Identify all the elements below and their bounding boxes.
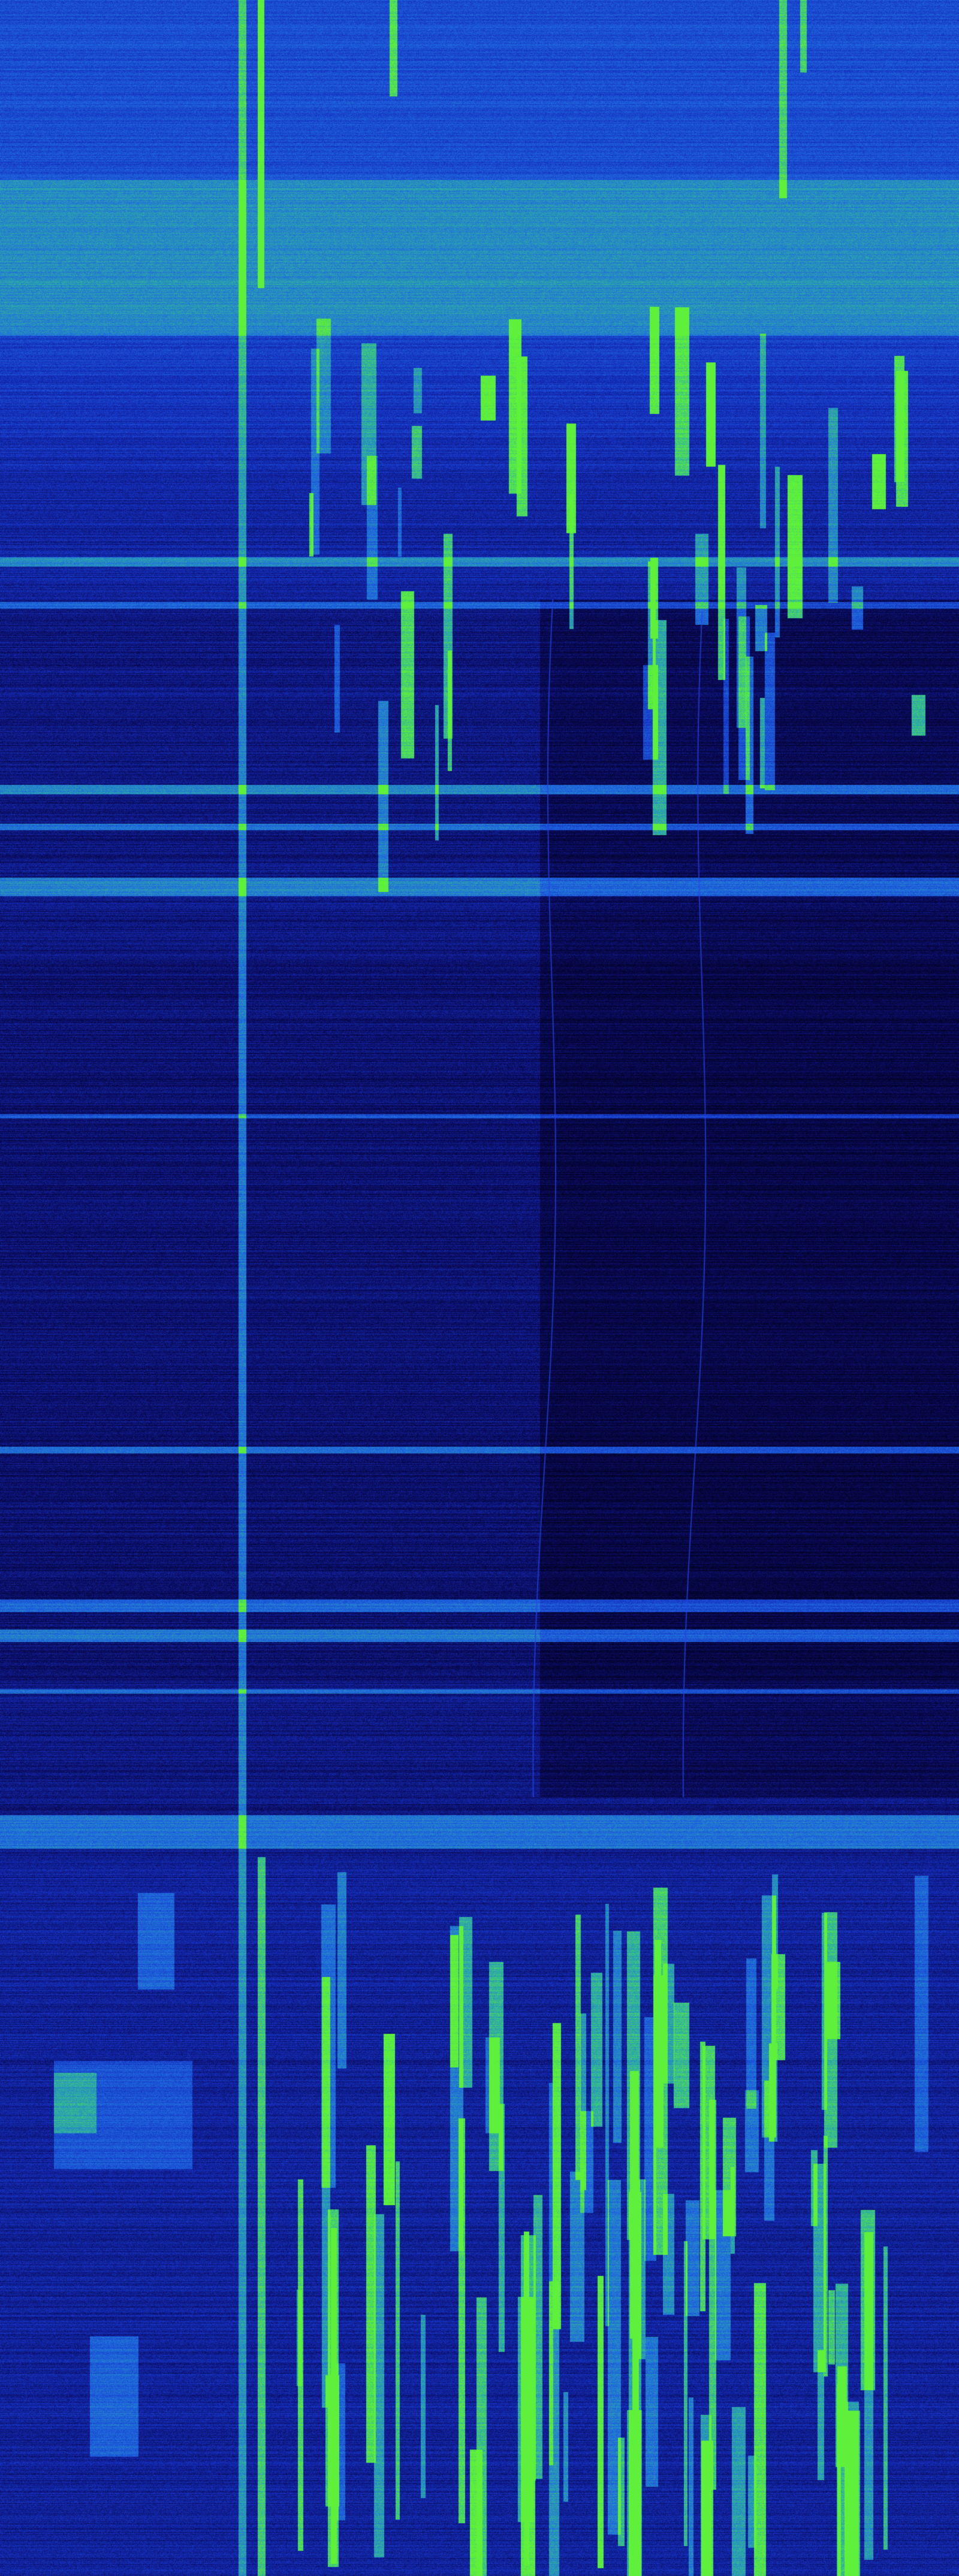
waterfall-canvas — [0, 0, 959, 2576]
